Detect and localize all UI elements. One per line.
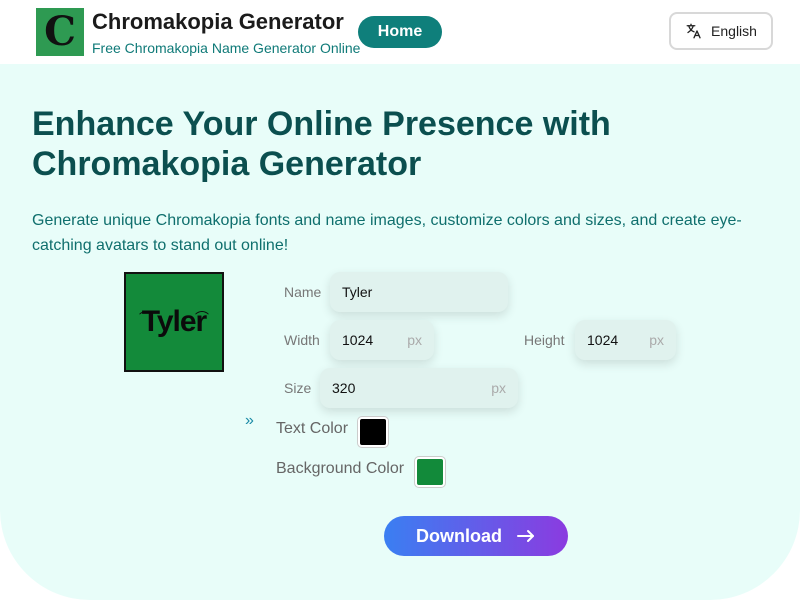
download-button[interactable]: Download <box>384 516 568 556</box>
height-field[interactable]: px <box>575 320 676 360</box>
horn-left-icon: ⌒ <box>139 310 153 326</box>
language-button[interactable]: English <box>669 12 773 50</box>
site-subtitle: Free Chromakopia Name Generator Online <box>92 40 361 56</box>
download-label: Download <box>416 525 502 546</box>
size-field[interactable]: px <box>320 368 518 408</box>
horn-right-icon: ⌒ <box>195 310 209 326</box>
text-color-label: Text Color <box>276 420 349 437</box>
home-button[interactable]: Home <box>358 16 442 48</box>
arrow-right-icon <box>517 530 534 542</box>
name-image-preview: ⌒ Tyler ⌒ <box>124 272 224 372</box>
name-field[interactable] <box>330 272 508 312</box>
height-unit: px <box>649 332 664 348</box>
translate-icon <box>686 23 701 39</box>
page-description: Generate unique Chromakopia fonts and na… <box>32 212 742 254</box>
site-header: C Chromakopia Generator Free Chromakopia… <box>0 0 800 64</box>
size-label: Size <box>284 380 312 396</box>
site-title[interactable]: Chromakopia Generator <box>92 9 344 35</box>
background-color-label: Background Color <box>276 460 405 477</box>
name-label: Name <box>284 284 322 300</box>
background-color-picker[interactable] <box>415 457 445 487</box>
language-label: English <box>711 23 757 39</box>
width-label: Width <box>284 332 320 348</box>
text-color-picker[interactable] <box>358 417 388 447</box>
width-field[interactable]: px <box>330 320 434 360</box>
width-unit: px <box>407 332 422 348</box>
height-input[interactable] <box>587 332 644 348</box>
logo-letter: C <box>44 8 76 55</box>
width-input[interactable] <box>342 332 402 348</box>
logo[interactable]: C <box>36 8 84 56</box>
name-input[interactable] <box>342 284 496 300</box>
expand-chevron-icon[interactable]: » <box>245 412 254 430</box>
page-title: Enhance Your Online Presence with Chroma… <box>32 105 611 183</box>
size-unit: px <box>491 380 506 396</box>
size-input[interactable] <box>332 380 486 396</box>
height-label: Height <box>524 332 565 348</box>
